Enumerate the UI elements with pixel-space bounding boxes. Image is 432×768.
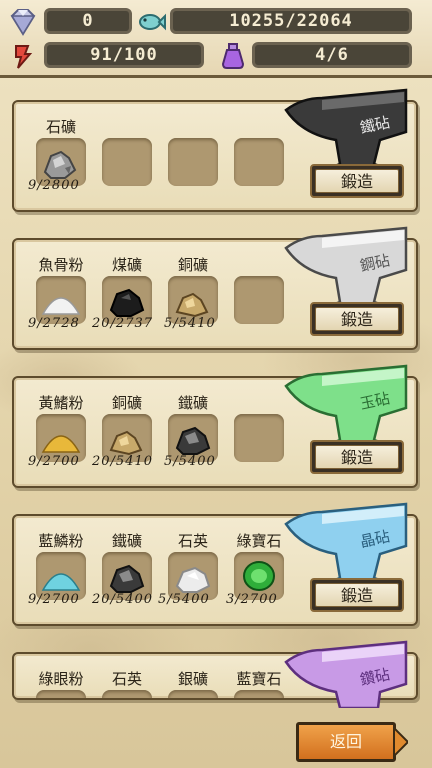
material-label: 魚骨粉 [38, 256, 84, 274]
material-label: 鐵礦 [111, 532, 142, 550]
forge-button-label: 鍛造 [315, 583, 399, 607]
stone-ore-icon [43, 150, 77, 179]
arrow-right-icon [394, 728, 408, 756]
material-count: 20/5400 [92, 592, 154, 607]
back-button-label: 返回 [296, 722, 396, 762]
material-count: 5/5400 [164, 454, 216, 469]
material-label: 石英 [177, 532, 208, 550]
empty-slot [168, 138, 218, 186]
material-label: 煤礦 [111, 256, 142, 274]
forge-button-label: 鍛造 [315, 169, 399, 193]
back-button[interactable]: 返回 [296, 722, 408, 762]
gem-icon [10, 9, 36, 36]
empty-slot [234, 276, 284, 324]
material-label: 銀礦 [177, 670, 208, 688]
material-slot[interactable] [102, 690, 152, 698]
iron-ore-icon [175, 426, 211, 455]
material-count: 3/2700 [226, 592, 278, 607]
material-count: 9/2800 [28, 178, 80, 193]
material-label: 銅礦 [177, 256, 208, 274]
stamina-counter: 91/100 [8, 42, 204, 69]
material-slot[interactable] [36, 690, 86, 698]
copper-ore-icon [109, 430, 143, 456]
material-count: 9/2728 [28, 316, 80, 331]
forge-button-label: 鍛造 [315, 445, 399, 469]
material-label: 黃鰭粉 [38, 394, 84, 412]
material-label: 綠寶石 [236, 532, 282, 550]
empty-slot [234, 138, 284, 186]
material-count: 5/5400 [158, 592, 210, 607]
potion-count: 4/6 [252, 42, 412, 68]
gem-counter: 0 [8, 8, 132, 36]
forge-button[interactable]: 鍛造 [310, 164, 404, 198]
material-label: 石礦 [45, 118, 76, 136]
material-label: 藍寶石 [236, 670, 282, 688]
fishbone-powder-icon [41, 297, 81, 315]
material-label: 石英 [111, 670, 142, 688]
copper-ore-icon [175, 292, 209, 318]
forge-button[interactable]: 鍛造 [310, 578, 404, 612]
stamina-icon [15, 45, 33, 69]
stamina-count: 91/100 [44, 42, 204, 68]
material-count: 20/2737 [92, 316, 154, 331]
material-count: 9/2700 [28, 592, 80, 607]
fish-counter: 10255/22064 [136, 8, 412, 34]
gem-count: 0 [44, 8, 132, 34]
material-label: 銅礦 [111, 394, 142, 412]
material-slot[interactable] [168, 690, 218, 698]
emerald-icon [243, 561, 275, 591]
material-count: 9/2700 [28, 454, 80, 469]
material-count: 20/5410 [92, 454, 154, 469]
fish-count: 10255/22064 [170, 8, 412, 34]
forge-button-label: 鍛造 [315, 307, 399, 331]
iron-ore-icon [109, 564, 145, 593]
empty-slot [102, 138, 152, 186]
bluescale-powder-icon [41, 573, 81, 591]
empty-slot [234, 414, 284, 462]
coal-ore-icon [109, 288, 145, 317]
fish-icon [139, 13, 166, 31]
forge-button[interactable]: 鍛造 [310, 302, 404, 336]
material-count: 5/5410 [164, 316, 216, 331]
status-bar: 0 10255/22064 91/100 4/6 [0, 0, 432, 78]
material-label: 藍鱗粉 [38, 532, 84, 550]
quartz-icon [175, 566, 211, 593]
forge-button[interactable]: 鍛造 [310, 440, 404, 474]
potion-counter: 4/6 [218, 42, 412, 69]
diamond-anvil-icon: 鑽砧 [284, 640, 408, 708]
potion-icon [221, 43, 245, 69]
yellowfin-powder-icon [41, 435, 81, 453]
material-label: 綠眼粉 [38, 670, 84, 688]
material-label: 鐵礦 [177, 394, 208, 412]
material-slot[interactable] [234, 690, 284, 698]
